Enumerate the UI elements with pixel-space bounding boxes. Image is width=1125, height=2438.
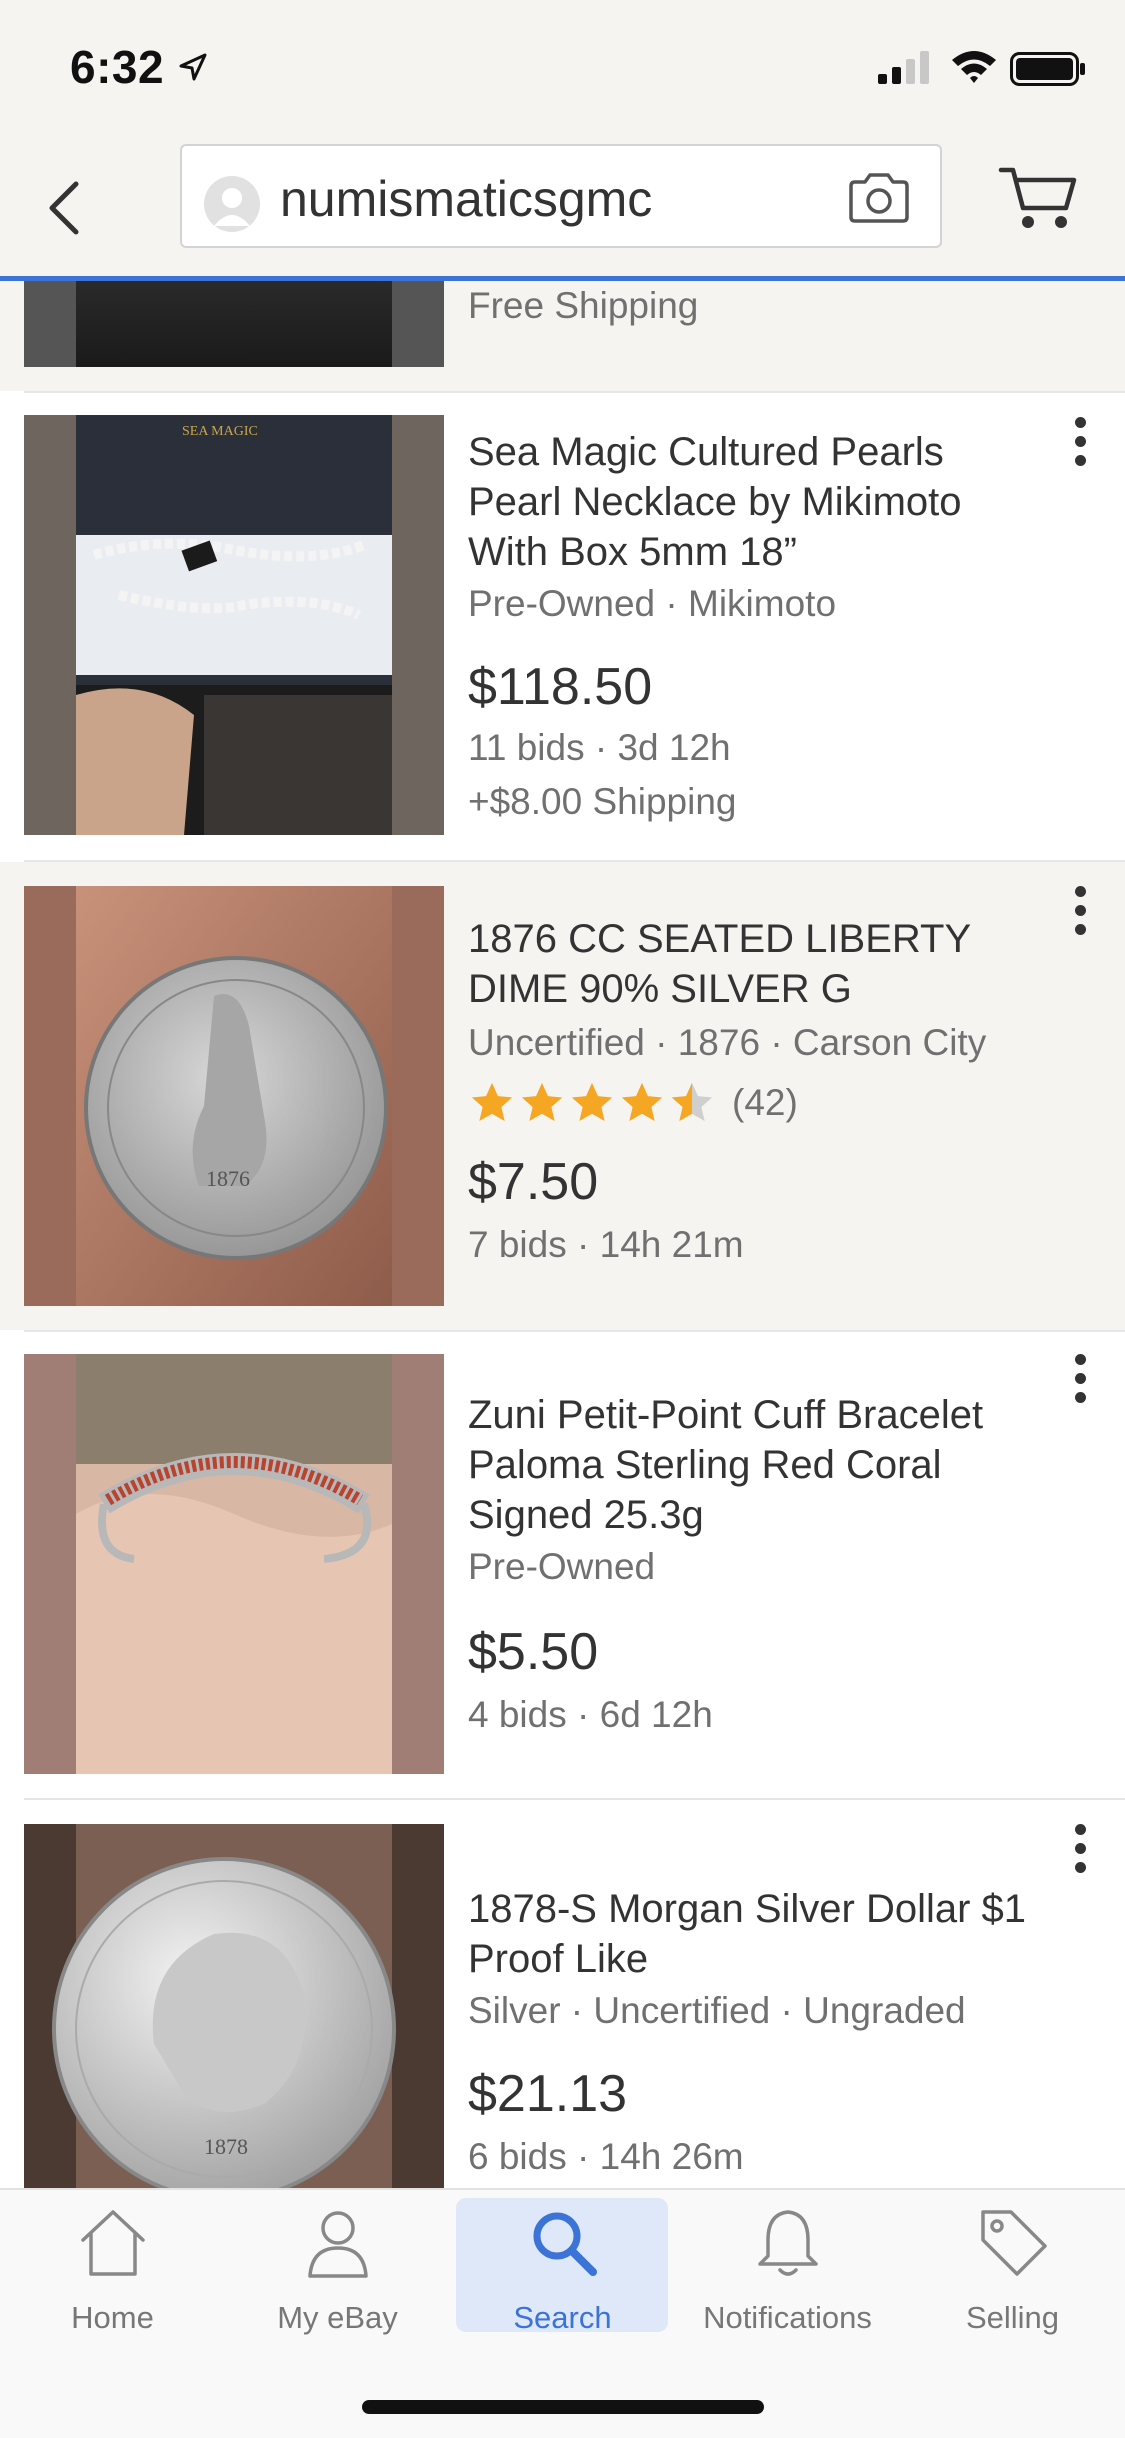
more-options-button[interactable] (1068, 1354, 1092, 1411)
nav-notifications[interactable]: Notifications (675, 2190, 900, 2335)
nav-home[interactable]: Home (0, 2190, 225, 2335)
listing-bids: 6 bids · 14h 26m (468, 2136, 744, 2177)
dime-coin-image: 1876 (76, 886, 392, 1306)
more-options-button[interactable] (1068, 417, 1092, 474)
listing-shipping: Free Shipping (468, 285, 699, 326)
listing-subtitle: Uncertified · 1876 · Carson City (468, 1022, 987, 1063)
user-silhouette-icon (214, 188, 250, 226)
search-query-text: numismaticsgmc (280, 171, 653, 227)
coin-date: 1878 (204, 2134, 248, 2159)
cellular-signal-icon (878, 51, 929, 84)
listing-title: 1876 CC SEATED LIBERTY DIME 90% SILVER G (468, 917, 971, 1011)
listing-price: $5.50 (468, 1623, 599, 1681)
listing-price: $7.50 (468, 1153, 599, 1211)
listing-item[interactable]: 1878 1878-S Morgan Silver Dollar $1 Proo… (0, 1800, 1125, 2188)
nav-selling[interactable]: Selling (900, 2190, 1125, 2335)
cart-icon[interactable] (998, 162, 1080, 234)
wifi-icon (952, 51, 996, 83)
listing-title: Zuni Petit-Point Cuff Bracelet Paloma St… (468, 1393, 984, 1537)
listing-item[interactable]: 1876 1876 CC SEATED LIBERTY DIME 90% SIL… (0, 862, 1125, 1330)
rating-stars: (42) (468, 1080, 798, 1126)
tag-icon (981, 2210, 1047, 2276)
listing-thumbnail (24, 1354, 444, 1774)
star-icon (471, 1082, 513, 1122)
listing-thumbnail (24, 281, 444, 367)
listing-item[interactable]: SEA MAGIC Sea Magic Cultured Pearls Pear… (0, 393, 1125, 860)
half-star-icon (671, 1082, 713, 1122)
search-header: numismaticsgmc (0, 140, 1125, 278)
cuff-bracelet-image (76, 1354, 392, 1774)
coin-date: 1876 (206, 1166, 250, 1191)
pearl-necklace-image: SEA MAGIC (76, 415, 392, 835)
star-icon (621, 1082, 663, 1122)
user-icon (308, 2211, 368, 2278)
search-input[interactable]: numismaticsgmc (180, 144, 942, 248)
nav-my-ebay[interactable]: My eBay (225, 2190, 450, 2335)
listing-title: Sea Magic Cultured Pearls Pearl Necklace… (468, 430, 962, 574)
listing-subtitle: Pre-Owned (468, 1546, 656, 1587)
more-options-button[interactable] (1068, 1824, 1092, 1881)
listing-price: $21.13 (468, 2065, 628, 2123)
bell-icon (758, 2210, 818, 2276)
listing-partial[interactable]: Free Shipping (0, 281, 1125, 391)
listing-thumbnail: 1878 (24, 1824, 444, 2188)
nav-label: Search (513, 2300, 612, 2335)
back-button[interactable] (38, 170, 88, 246)
listing-title: 1878-S Morgan Silver Dollar $1 Proof Lik… (468, 1887, 1027, 1981)
listing-thumbnail: 1876 (24, 886, 444, 1306)
seller-avatar (204, 176, 260, 232)
listing-bids: 11 bids · 3d 12h (468, 727, 731, 768)
location-arrow-icon (179, 53, 207, 81)
listing-item[interactable]: Zuni Petit-Point Cuff Bracelet Paloma St… (0, 1332, 1125, 1798)
listing-subtitle: Silver · Uncertified · Ungraded (468, 1990, 966, 2031)
battery-icon (1010, 52, 1085, 86)
listing-subtitle: Pre-Owned · Mikimoto (468, 583, 837, 624)
status-bar: 6:32 (0, 0, 1125, 140)
listing-bids: 4 bids · 6d 12h (468, 1694, 713, 1735)
listing-price: $118.50 (468, 658, 653, 716)
rating-count: (42) (732, 1082, 798, 1123)
listing-shipping: +$8.00 Shipping (468, 781, 737, 822)
nav-label: Notifications (703, 2300, 872, 2335)
more-options-button[interactable] (1068, 886, 1092, 943)
search-icon (533, 2212, 597, 2276)
camera-icon[interactable] (847, 172, 911, 224)
home-icon (81, 2210, 145, 2276)
star-icon (571, 1082, 613, 1122)
nav-label: Selling (965, 2300, 1060, 2335)
listing-thumbnail: SEA MAGIC (24, 415, 444, 835)
home-indicator[interactable] (362, 2400, 764, 2414)
star-icon (521, 1082, 563, 1122)
nav-label: Home (71, 2300, 154, 2335)
nav-label: My eBay (277, 2300, 398, 2335)
status-time: 6:32 (70, 41, 165, 93)
morgan-dollar-image: 1878 (52, 1824, 396, 2188)
nav-search[interactable]: Search (450, 2190, 675, 2335)
listing-bids: 7 bids · 14h 21m (468, 1224, 744, 1265)
box-label: SEA MAGIC (182, 424, 258, 439)
